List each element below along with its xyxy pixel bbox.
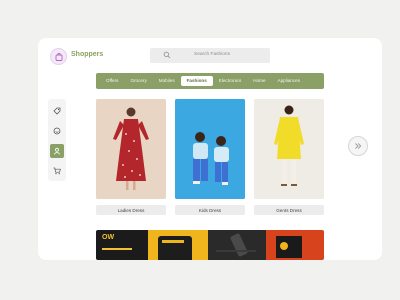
tab-offers[interactable]: Offers	[100, 76, 124, 86]
tab-grocery[interactable]: Grocery	[124, 76, 152, 86]
user-icon	[53, 147, 61, 155]
tab-electronics[interactable]: Electronics	[213, 76, 247, 86]
brand-name: Shoppers	[71, 51, 104, 58]
ladies-dress-photo	[96, 99, 166, 199]
banner-tile-3	[208, 230, 266, 260]
kids-dress-photo	[175, 99, 245, 199]
banner-tile-1: OW	[96, 230, 148, 260]
sidebar-item-offers[interactable]	[50, 104, 64, 118]
brand-logo[interactable]	[50, 48, 67, 65]
tag-icon	[53, 107, 61, 115]
search-input[interactable]: Search Fashions	[194, 52, 230, 57]
smile-icon	[53, 127, 61, 135]
category-nav: Offers Grocery Mobiles Fashions Electron…	[96, 73, 324, 89]
app-window: Shoppers Search Fashions Offers Grocery …	[38, 38, 382, 260]
promo-banner[interactable]: OW	[96, 230, 324, 260]
banner-tile-2	[148, 230, 208, 260]
banner-text: OW	[102, 234, 115, 241]
search-icon	[163, 51, 171, 59]
tab-appliances[interactable]: Appliances	[272, 76, 306, 86]
next-button[interactable]	[348, 136, 368, 156]
tab-mobiles[interactable]: Mobiles	[153, 76, 181, 86]
tab-home[interactable]: Home	[247, 76, 271, 86]
sidebar-item-feedback[interactable]	[50, 124, 64, 138]
product-label-kids[interactable]: Kids Dress	[175, 205, 245, 215]
tab-fashions[interactable]: Fashions	[180, 76, 213, 86]
sidebar-item-profile[interactable]	[50, 144, 64, 158]
gents-dress-photo	[254, 99, 324, 199]
banner-tile-4	[266, 230, 324, 260]
product-label-ladies[interactable]: Ladies Dress	[96, 205, 166, 215]
product-image-gents-dress[interactable]	[254, 99, 324, 199]
shopping-bag-icon	[55, 52, 62, 61]
product-label-gents[interactable]: Gents Dress	[254, 205, 324, 215]
sidebar	[48, 99, 66, 181]
product-image-kids-dress[interactable]	[175, 99, 245, 199]
sidebar-item-cart[interactable]	[50, 164, 64, 178]
double-chevron-right-icon	[355, 143, 362, 149]
search-bar[interactable]: Search Fashions	[150, 48, 270, 63]
product-image-ladies-dress[interactable]	[96, 99, 166, 199]
cart-icon	[53, 167, 61, 175]
